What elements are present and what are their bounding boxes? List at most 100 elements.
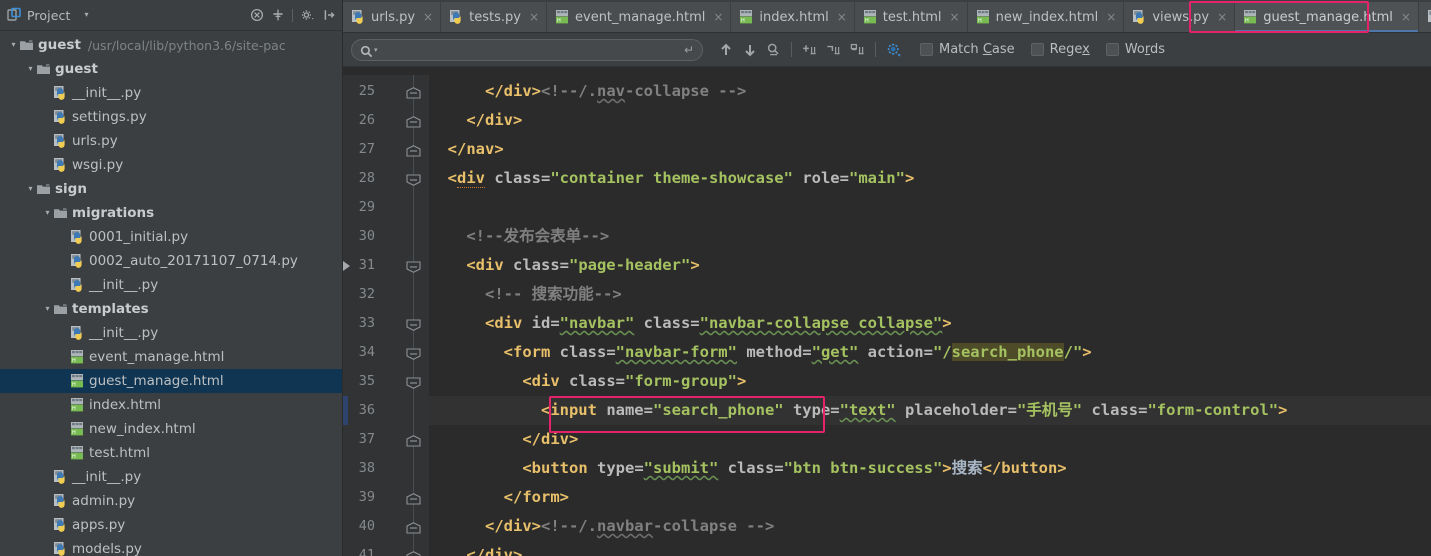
find-field[interactable]: ▾ ↵ [351, 38, 703, 61]
close-icon[interactable]: × [1217, 11, 1227, 23]
tree-row[interactable]: Htest.html [0, 441, 342, 465]
code-line[interactable]: </div><!--/.navbar-collapse --> [429, 512, 774, 541]
tree-row[interactable]: __init__.py [0, 465, 342, 489]
tree-twisty-icon[interactable]: ▾ [25, 185, 36, 193]
editor-tab[interactable]: tests.py × [441, 2, 546, 32]
tree-row[interactable]: models.py [0, 537, 342, 556]
editor-tab[interactable]: urls.py × [343, 2, 441, 32]
editor-gutter[interactable]: 242526272829303132333435363738394041 [343, 67, 429, 556]
tree-twisty-icon[interactable]: ▾ [8, 41, 19, 49]
fold-expand-icon[interactable] [406, 375, 421, 389]
fold-collapse-icon[interactable] [406, 491, 421, 505]
find-options[interactable]: Match Case Regex Words [920, 42, 1165, 57]
hide-panel-icon[interactable] [319, 5, 338, 25]
arrow-down-icon[interactable] [739, 39, 760, 61]
fold-expand-icon[interactable] [406, 317, 421, 331]
fold-collapse-icon[interactable] [406, 114, 421, 128]
tree-twisty-icon[interactable]: ▾ [42, 209, 53, 217]
close-icon[interactable]: × [529, 11, 539, 23]
filter-gear-icon[interactable] [883, 39, 904, 61]
arrow-up-icon[interactable] [715, 39, 736, 61]
tree-row[interactable]: ▾ guest [0, 57, 342, 81]
editor-tab[interactable]: mode [1418, 2, 1431, 32]
code-line[interactable]: <div class="form-group"> [429, 367, 746, 396]
tree-row-selected[interactable]: Hguest_manage.html [0, 369, 342, 393]
breakpoint-caret-icon[interactable] [343, 261, 350, 271]
tree-row[interactable]: urls.py [0, 129, 342, 153]
close-icon[interactable]: × [713, 11, 723, 23]
tree-row[interactable]: 0001_initial.py [0, 225, 342, 249]
code-line[interactable]: </div> [429, 425, 578, 454]
checkbox-box[interactable] [1105, 43, 1119, 56]
close-icon[interactable]: × [837, 11, 847, 23]
tree-row[interactable]: settings.py [0, 105, 342, 129]
checkbox-match-case[interactable]: Match Case [920, 42, 1015, 57]
tree-row[interactable]: wsgi.py [0, 153, 342, 177]
code-line[interactable]: <form class="navbar-form" method="get" a… [429, 338, 1092, 367]
fold-collapse-icon[interactable] [406, 433, 421, 447]
tree-row[interactable]: apps.py [0, 513, 342, 537]
tree-twisty-icon[interactable]: ▾ [25, 65, 36, 73]
checkbox-box[interactable] [1030, 43, 1044, 56]
tree-row[interactable]: ▾ templates [0, 297, 342, 321]
filter-occurrences-icon[interactable] [847, 39, 868, 61]
fold-collapse-icon[interactable] [406, 549, 421, 556]
code-line[interactable]: <button type="submit" class="btn btn-suc… [429, 454, 1066, 483]
code-line[interactable]: </div><!--/.nav-collapse --> [429, 77, 746, 106]
editor-tab[interactable]: views.py × [1124, 2, 1235, 32]
fold-collapse-icon[interactable] [406, 520, 421, 534]
tree-row[interactable]: ▾ migrations [0, 201, 342, 225]
tree-row[interactable]: Hevent_manage.html [0, 345, 342, 369]
tree-row[interactable]: __init__.py [0, 321, 342, 345]
checkbox-words[interactable]: Words [1105, 42, 1165, 57]
settings-gear-icon[interactable] [298, 5, 317, 25]
code-line[interactable]: <div class="page-header"> [429, 251, 699, 280]
code-line[interactable]: <div id="navbar" class="navbar-collapse … [429, 309, 952, 338]
code-line[interactable]: <div class="container theme-showcase" ro… [429, 164, 914, 193]
tree-row[interactable]: __init__.py [0, 81, 342, 105]
project-file-tree[interactable]: ▾ guest/usr/local/lib/python3.6/site-pac ▾… [0, 31, 342, 556]
code-content[interactable]: </div> </div><!--/.nav-collapse --> </di… [429, 67, 1431, 556]
code-line[interactable]: </nav> [429, 135, 504, 164]
tree-row[interactable]: Hnew_index.html [0, 417, 342, 441]
chevron-down-icon[interactable]: ▾ [84, 11, 88, 19]
fold-collapse-icon[interactable] [406, 143, 421, 157]
code-line[interactable]: <!--发布会表单--> [429, 222, 609, 251]
checkbox-regex[interactable]: Regex [1030, 42, 1090, 57]
code-line[interactable]: </div> [429, 541, 522, 556]
tree-row[interactable]: admin.py [0, 489, 342, 513]
editor-tab[interactable]: Hindex.html × [731, 2, 854, 32]
tree-row[interactable]: 0002_auto_20171107_0714.py [0, 249, 342, 273]
checkbox-box[interactable] [920, 43, 933, 56]
fold-collapse-icon[interactable] [406, 85, 421, 99]
code-line[interactable]: </form> [429, 483, 569, 512]
close-icon[interactable]: × [1401, 11, 1411, 23]
code-editor[interactable]: 242526272829303132333435363738394041 </d… [343, 67, 1431, 556]
close-icon[interactable]: × [423, 11, 433, 23]
tree-twisty-icon[interactable]: ▾ [42, 305, 53, 313]
fold-expand-icon[interactable] [406, 172, 421, 186]
scroll-from-source-icon[interactable] [268, 5, 287, 25]
search-input[interactable] [381, 42, 680, 57]
close-icon[interactable]: × [1106, 11, 1116, 23]
enter-key-icon[interactable]: ↵ [684, 43, 694, 57]
search-history-chevron-icon[interactable]: ▾ [374, 46, 378, 54]
tree-row[interactable]: Hindex.html [0, 393, 342, 417]
tree-row[interactable]: ▾ sign [0, 177, 342, 201]
tree-row[interactable]: ▾ guest/usr/local/lib/python3.6/site-pac [0, 33, 342, 57]
code-line[interactable]: </div> [429, 106, 522, 135]
select-all-occurrences-icon[interactable] [799, 39, 820, 61]
tree-row[interactable]: __init__.py [0, 273, 342, 297]
find-in-selection-icon[interactable] [763, 39, 784, 61]
editor-tab[interactable]: Hevent_manage.html × [547, 2, 731, 32]
fold-expand-icon[interactable] [406, 346, 421, 360]
editor-tab[interactable]: Hnew_index.html × [967, 2, 1124, 32]
code-line[interactable]: <input name="search_phone" type="text" p… [429, 396, 1287, 425]
collapse-all-icon[interactable] [247, 5, 266, 25]
editor-tab-active[interactable]: Hguest_manage.html × [1235, 2, 1418, 32]
code-line[interactable]: <!-- 搜索功能--> [429, 280, 622, 309]
editor-tab[interactable]: Htest.html × [854, 2, 967, 32]
editor-tab-strip[interactable]: urls.py × tests.py × Hevent_manage.html × Hind… [343, 0, 1431, 33]
close-icon[interactable]: × [950, 11, 960, 23]
fold-expand-icon[interactable] [406, 259, 421, 273]
